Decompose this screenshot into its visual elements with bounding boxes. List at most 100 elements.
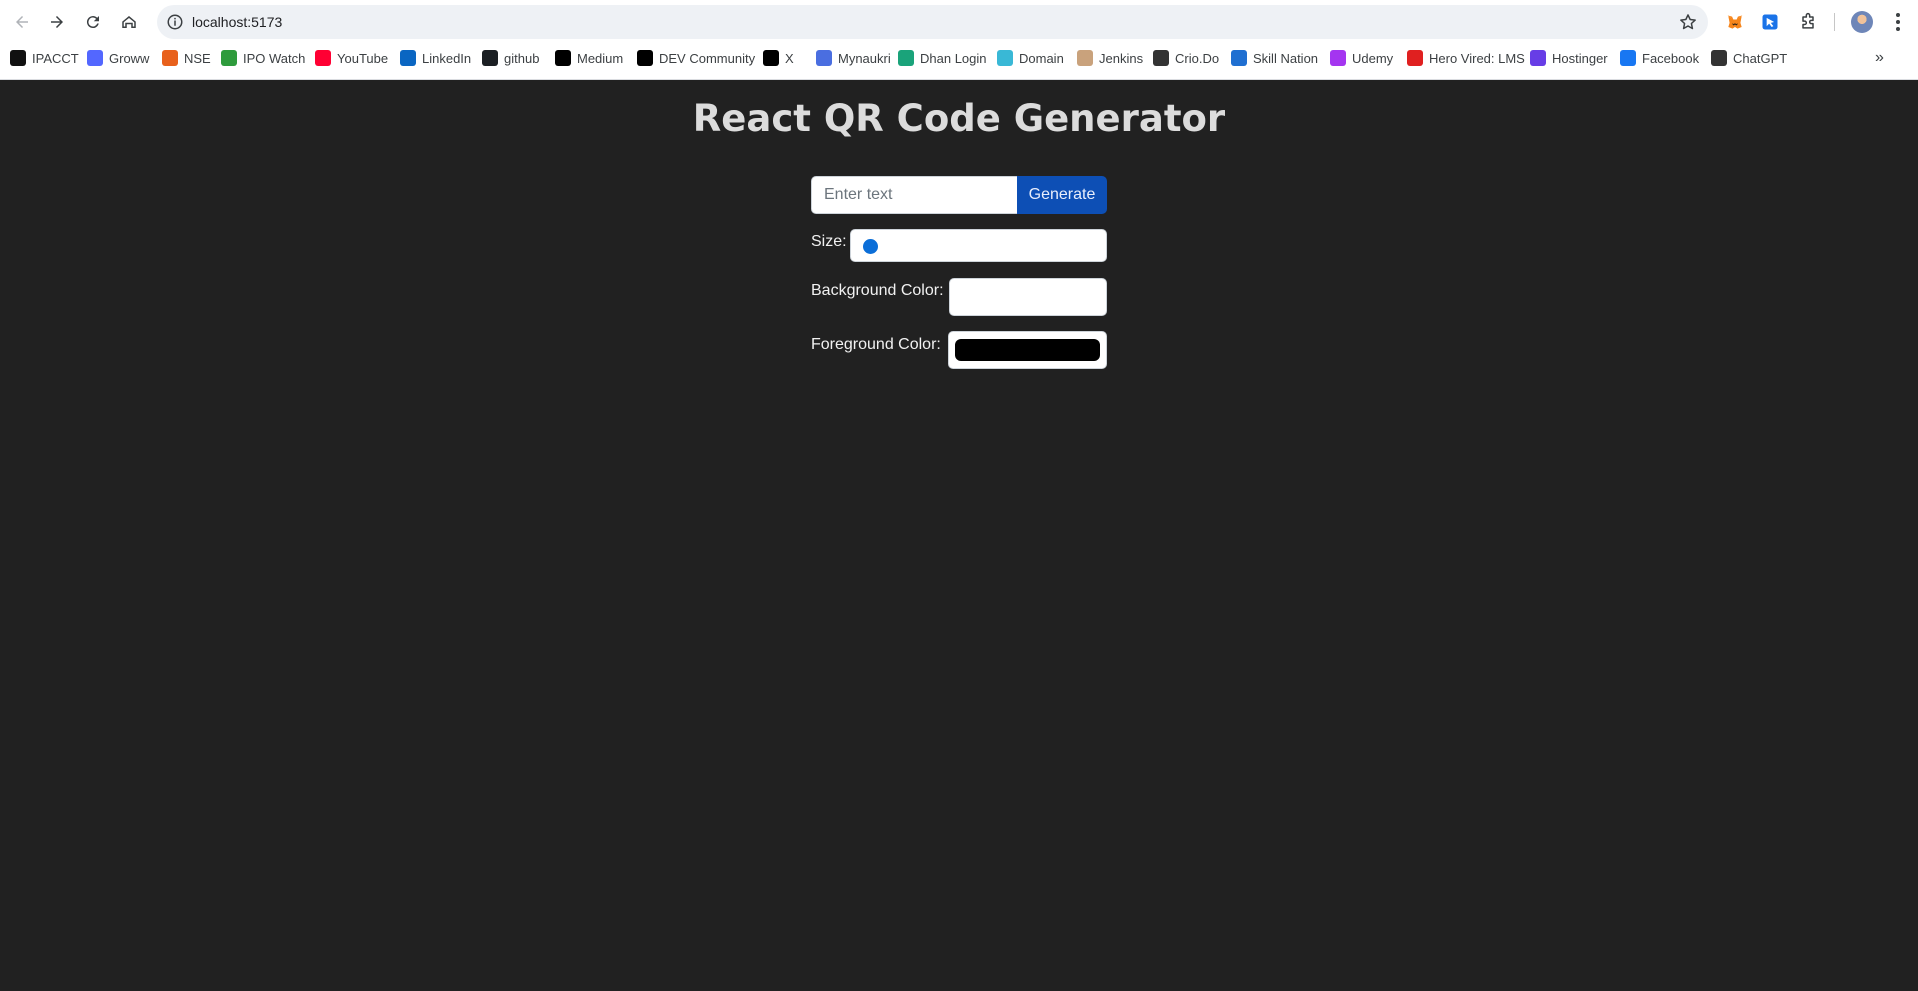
bookmark-label: Facebook [1642,50,1700,66]
bookmark-label: Dhan Login [920,50,987,66]
youtube-icon [315,50,331,66]
bookmark-nse[interactable]: NSE [162,46,211,70]
reload-icon [86,16,99,29]
url-text[interactable]: localhost:5173 [192,13,282,31]
bookmarks-bar: IPACCT Groww NSE IPO Watch YouTube LinkedIn gi… [0,46,1918,70]
ipacct-icon [10,50,26,66]
bookmark-dev-community[interactable]: DEV Community [637,46,755,70]
forward-arrow-icon [51,16,63,28]
cursor-extension-icon [1762,14,1778,30]
bookmark-label: IPACCT [32,50,79,66]
bookmark-label: Skill Nation [1253,50,1319,66]
bookmark-udemy[interactable]: Udemy [1330,46,1393,70]
bookmark-label: NSE [184,50,211,66]
bookmark-hostinger[interactable]: Hostinger [1530,46,1608,70]
bookmark-label: github [504,50,540,66]
puzzle-icon [1802,12,1814,29]
forward-button[interactable] [44,9,70,35]
bookmark-github[interactable]: github [482,46,539,70]
bookmark-chatgpt[interactable]: ChatGPT [1711,46,1787,70]
page-title: React QR Code Generator [692,97,1226,140]
bookmark-skill-nation[interactable]: Skill Nation [1231,46,1318,70]
jenkins-icon [1077,50,1093,66]
size-slider[interactable] [850,229,1107,262]
ipo-watch-icon [221,50,237,66]
dev-icon [637,50,653,66]
background-color-label: Background Color: [811,282,944,299]
nse-icon [162,50,178,66]
size-label: Size: [811,233,847,250]
chatgpt-icon [1711,50,1727,66]
address-bar[interactable]: localhost:5173 [157,5,1708,39]
bookmark-ipacct[interactable]: IPACCT [10,46,79,70]
bookmark-label: Hostinger [1552,50,1608,66]
github-icon [482,50,498,66]
browser-chrome: localhost:5173 IPACCT Groww NSE IPO Watch Yo… [0,0,1918,80]
medium-icon [555,50,571,66]
menu-dot [1896,27,1900,31]
extension-button[interactable] [1759,11,1781,33]
bookmark-label: Medium [577,50,624,66]
bookmark-label: Groww [109,50,150,66]
bookmark-label: Udemy [1352,50,1394,66]
back-button[interactable] [9,9,35,35]
udemy-icon [1330,50,1346,66]
bookmark-label: LinkedIn [422,50,472,66]
fox-icon [1727,15,1743,29]
bookmark-dhan-login[interactable]: Dhan Login [898,46,987,70]
x-icon [763,50,779,66]
bookmark-groww[interactable]: Groww [87,46,149,70]
linkedin-icon [400,50,416,66]
back-arrow-icon [16,16,28,28]
foreground-color-swatch[interactable] [955,339,1100,361]
metamask-extension-button[interactable] [1724,11,1746,33]
hostinger-icon [1530,50,1546,66]
mynaukri-icon [816,50,832,66]
home-button[interactable] [116,9,142,35]
bookmark-label: Crio.Do [1175,50,1220,66]
bookmark-hero-vired-lms[interactable]: Hero Vired: LMS [1407,46,1525,70]
bookmark-label: Hero Vired: LMS [1429,50,1525,66]
bookmark-crio-do[interactable]: Crio.Do [1153,46,1219,70]
facebook-icon [1620,50,1636,66]
bookmark-label: ChatGPT [1733,50,1788,66]
bookmark-mynaukri[interactable]: Mynaukri [816,46,891,70]
bookmark-label: IPO Watch [243,50,306,66]
foreground-color-picker[interactable] [948,331,1107,369]
extensions-menu-button[interactable] [1797,11,1819,33]
browser-menu-button[interactable] [1888,11,1908,33]
bookmark-label: DEV Community [659,50,756,66]
size-slider-track[interactable] [859,245,1098,247]
bookmark-x[interactable]: X [763,46,794,70]
menu-dot [1896,20,1900,24]
hero-vired-icon [1407,50,1423,66]
reload-button[interactable] [80,9,106,35]
bookmark-linkedin[interactable]: LinkedIn [400,46,471,70]
size-slider-thumb[interactable] [863,239,878,254]
background-color-swatch[interactable] [956,286,1100,308]
bookmark-ipo-watch[interactable]: IPO Watch [221,46,305,70]
profile-avatar[interactable] [1851,11,1873,33]
generate-button[interactable]: Generate [1017,176,1107,214]
bookmark-label: YouTube [337,50,389,66]
bookmark-medium[interactable]: Medium [555,46,623,70]
bookmark-label: Jenkins [1099,50,1144,66]
groww-icon [87,50,103,66]
bookmark-label: X [785,50,794,66]
qr-text-input[interactable] [811,176,1018,214]
foreground-color-label: Foreground Color: [811,336,941,353]
home-icon [122,16,136,28]
bookmark-star-icon[interactable] [1678,12,1698,32]
background-color-picker[interactable] [949,278,1107,316]
domain-icon [997,50,1013,66]
bookmark-label: Domain [1019,50,1064,66]
menu-dot [1896,13,1900,17]
crio-icon [1153,50,1169,66]
bookmark-domain[interactable]: Domain [997,46,1064,70]
skill-nation-icon [1231,50,1247,66]
bookmark-facebook[interactable]: Facebook [1620,46,1699,70]
bookmark-youtube[interactable]: YouTube [315,46,388,70]
more-bookmarks-chevron-icon[interactable]: » [1875,49,1891,67]
site-info-icon[interactable] [166,13,184,31]
bookmark-jenkins[interactable]: Jenkins [1077,46,1143,70]
